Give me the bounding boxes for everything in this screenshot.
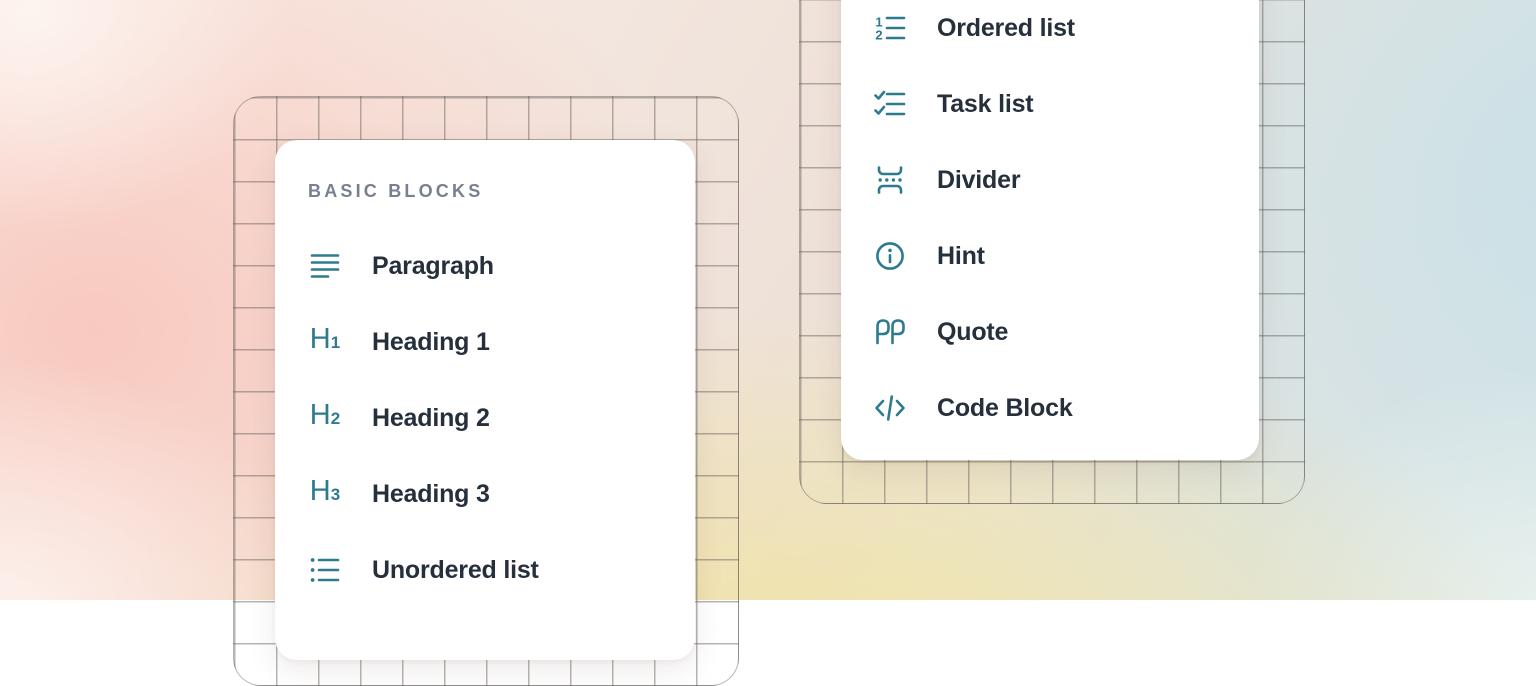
menu-item-label: Code Block bbox=[937, 394, 1073, 423]
heading-1-icon: H1 bbox=[308, 325, 342, 359]
menu-item-label: Hint bbox=[937, 242, 985, 271]
menu-item-divider[interactable]: Divider bbox=[873, 142, 1259, 218]
svg-text:2: 2 bbox=[875, 28, 882, 43]
menu-item-label: Quote bbox=[937, 318, 1008, 347]
menu-item-hint[interactable]: Hint bbox=[873, 218, 1259, 294]
basic-blocks-menu: BASIC BLOCKS Paragraph H1 Heading 1 H2 H… bbox=[275, 140, 695, 660]
hint-icon bbox=[873, 239, 907, 273]
menu-item-label: Heading 1 bbox=[372, 328, 490, 357]
code-block-icon bbox=[873, 391, 907, 425]
menu-item-heading-2[interactable]: H2 Heading 2 bbox=[308, 380, 695, 456]
task-list-icon bbox=[873, 87, 907, 121]
menu-item-heading-3[interactable]: H3 Heading 3 bbox=[308, 456, 695, 532]
menu-item-label: Divider bbox=[937, 166, 1020, 195]
menu-item-label: Heading 2 bbox=[372, 404, 490, 433]
ordered-list-icon: 1 2 bbox=[873, 11, 907, 45]
menu-item-label: Unordered list bbox=[372, 556, 539, 585]
paragraph-icon bbox=[308, 249, 342, 283]
divider-icon bbox=[873, 163, 907, 197]
menu-item-task-list[interactable]: Task list bbox=[873, 66, 1259, 142]
menu-item-ordered-list[interactable]: 1 2 Ordered list bbox=[873, 0, 1259, 66]
menu-item-label: Heading 3 bbox=[372, 480, 490, 509]
heading-3-icon: H3 bbox=[308, 477, 342, 511]
menu-item-quote[interactable]: Quote bbox=[873, 294, 1259, 370]
menu-section-header: BASIC BLOCKS bbox=[308, 180, 695, 202]
menu-item-code-block[interactable]: Code Block bbox=[873, 370, 1259, 446]
menu-item-label: Paragraph bbox=[372, 252, 494, 281]
menu-item-paragraph[interactable]: Paragraph bbox=[308, 228, 695, 304]
menu-item-label: Task list bbox=[937, 90, 1033, 119]
unordered-list-icon bbox=[308, 553, 342, 587]
blocks-menu-continued: 1 2 Ordered list Task list bbox=[841, 0, 1259, 460]
quote-icon bbox=[873, 315, 907, 349]
menu-item-heading-1[interactable]: H1 Heading 1 bbox=[308, 304, 695, 380]
menu-item-label: Ordered list bbox=[937, 14, 1075, 43]
heading-2-icon: H2 bbox=[308, 401, 342, 435]
menu-item-unordered-list[interactable]: Unordered list bbox=[308, 532, 695, 608]
gradient-background bbox=[0, 0, 1536, 600]
